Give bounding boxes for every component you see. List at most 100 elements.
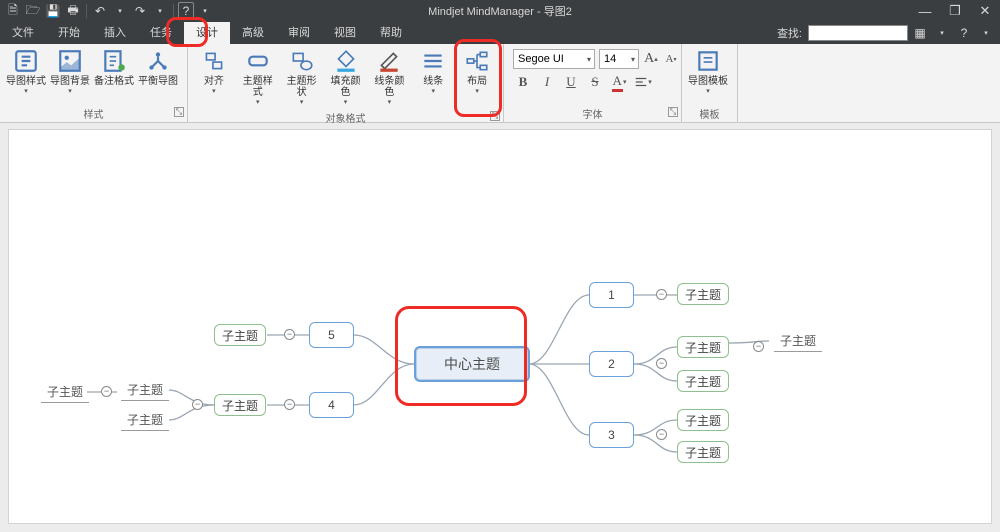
connectors: [9, 130, 991, 523]
align-button[interactable]: 对齐 ▾: [192, 46, 236, 97]
map-style-icon: [13, 48, 39, 74]
menubar-layout-dd[interactable]: ▾: [932, 24, 952, 42]
dialog-launcher-font[interactable]: ⤡: [668, 107, 678, 117]
subtopic[interactable]: 子主题: [677, 283, 729, 305]
underline-button[interactable]: U: [561, 72, 581, 92]
menu-view[interactable]: 视图: [322, 22, 368, 44]
line-button[interactable]: 线条 ▾: [411, 46, 455, 97]
layout-button[interactable]: 布局 ▾: [455, 46, 499, 97]
collapse-toggle[interactable]: −: [656, 358, 667, 369]
menubar-help-icon[interactable]: ?: [954, 24, 974, 42]
menubar-layout-icon[interactable]: ▦: [910, 24, 930, 42]
menu-insert[interactable]: 插入: [92, 22, 138, 44]
layout-icon: [464, 48, 490, 74]
grow-font-button[interactable]: A▴: [643, 51, 659, 67]
topic-shape-icon: [289, 48, 315, 74]
canvas-area[interactable]: 中心主题 1 2 3 子主题 子主题 子主题 子主题 子主题 子主题 5 4 子…: [0, 123, 1000, 532]
fill-color-button[interactable]: 填充颜色 ▾: [324, 46, 368, 108]
close-button[interactable]: ✕: [970, 0, 1000, 22]
print-button[interactable]: 🖶: [64, 2, 82, 20]
redo-button[interactable]: ↷: [131, 2, 149, 20]
dialog-launcher-object[interactable]: ⤡: [490, 111, 500, 121]
menu-help[interactable]: 帮助: [368, 22, 414, 44]
collapse-toggle[interactable]: −: [753, 341, 764, 352]
topic-left-5[interactable]: 5: [309, 322, 354, 348]
subtopic-plain[interactable]: 子主题: [121, 381, 169, 401]
group-label-style: 样式⤡: [0, 106, 187, 122]
minimize-button[interactable]: —: [910, 0, 940, 22]
topic-left-4[interactable]: 4: [309, 392, 354, 418]
align-text-button[interactable]: ▾: [633, 72, 653, 92]
collapse-toggle[interactable]: −: [284, 329, 295, 340]
collapse-toggle[interactable]: −: [284, 399, 295, 410]
map-bg-icon: [57, 48, 83, 74]
line-color-button[interactable]: 线条颜色 ▾: [367, 46, 411, 108]
qat-customize[interactable]: ▾: [196, 2, 214, 20]
undo-button[interactable]: ↶: [91, 2, 109, 20]
subtopic-plain[interactable]: 子主题: [41, 383, 89, 403]
map-template-icon: [695, 48, 721, 74]
topic-shape-button[interactable]: 主题形状 ▾: [280, 46, 324, 108]
subtopic[interactable]: 子主题: [214, 394, 266, 416]
group-template: 导图模板 ▾ 模板: [682, 44, 738, 122]
subtopic[interactable]: 子主题: [677, 409, 729, 431]
collapse-toggle[interactable]: −: [101, 386, 112, 397]
menu-start[interactable]: 开始: [46, 22, 92, 44]
dialog-launcher-style[interactable]: ⤡: [174, 107, 184, 117]
save-button[interactable]: 💾: [44, 2, 62, 20]
subtopic[interactable]: 子主题: [677, 441, 729, 463]
maximize-button[interactable]: ❐: [940, 0, 970, 22]
font-size-select[interactable]: 14: [599, 49, 639, 69]
collapse-toggle[interactable]: −: [192, 399, 203, 410]
topic-right-1[interactable]: 1: [589, 282, 634, 308]
subtopic[interactable]: 子主题: [677, 336, 729, 358]
group-font: Segoe UI 14 A▴ A▾ B I U S A▾ ▾ 字体⤡: [504, 44, 682, 122]
map-canvas[interactable]: 中心主题 1 2 3 子主题 子主题 子主题 子主题 子主题 子主题 5 4 子…: [8, 129, 992, 524]
topic-right-2[interactable]: 2: [589, 351, 634, 377]
fill-color-icon: [333, 48, 359, 74]
font-color-button[interactable]: A▾: [609, 72, 629, 92]
window-controls: — ❐ ✕: [910, 0, 1000, 22]
menu-file[interactable]: 文件: [0, 22, 46, 44]
topic-style-button[interactable]: 主题样式 ▾: [236, 46, 280, 108]
menu-task[interactable]: 任务: [138, 22, 184, 44]
map-bg-button[interactable]: 导图背景 ▾: [48, 46, 92, 97]
find-input[interactable]: [808, 25, 908, 41]
strike-button[interactable]: S: [585, 72, 605, 92]
note-style-button[interactable]: 备注格式: [92, 46, 136, 89]
map-template-button[interactable]: 导图模板 ▾: [686, 46, 730, 97]
font-name-select[interactable]: Segoe UI: [513, 49, 595, 69]
note-style-icon: [101, 48, 127, 74]
subtopic-plain[interactable]: 子主题: [121, 411, 169, 431]
align-icon: [201, 48, 227, 74]
group-label-template: 模板: [682, 106, 737, 122]
collapse-toggle[interactable]: −: [656, 429, 667, 440]
help-button[interactable]: ?: [178, 2, 194, 20]
bold-button[interactable]: B: [513, 72, 533, 92]
menu-design[interactable]: 设计: [184, 22, 230, 44]
group-style: 导图样式 ▾ 导图背景 ▾ 备注格式 平衡导图 样式⤡: [0, 44, 188, 122]
balance-icon: [145, 48, 171, 74]
shrink-font-button[interactable]: A▾: [663, 51, 679, 67]
menubar-help-dd[interactable]: ▾: [976, 24, 996, 42]
collapse-toggle[interactable]: −: [656, 289, 667, 300]
group-label-font: 字体⤡: [504, 106, 681, 122]
subtopic[interactable]: 子主题: [677, 370, 729, 392]
center-topic[interactable]: 中心主题: [414, 346, 530, 382]
new-doc-button[interactable]: 🗎: [4, 2, 22, 20]
open-button[interactable]: 🗁: [24, 2, 42, 20]
italic-button[interactable]: I: [537, 72, 557, 92]
group-object-format: 对齐 ▾ 主题样式 ▾ 主题形状 ▾ 填充颜色 ▾ 线条颜色 ▾: [188, 44, 504, 122]
redo-dropdown[interactable]: ▾: [151, 2, 169, 20]
line-icon: [420, 48, 446, 74]
menu-advanced[interactable]: 高级: [230, 22, 276, 44]
find-label: 查找:: [777, 25, 806, 41]
menu-review[interactable]: 审阅: [276, 22, 322, 44]
undo-dropdown[interactable]: ▾: [111, 2, 129, 20]
subtopic-plain[interactable]: 子主题: [774, 332, 822, 352]
line-color-icon: [376, 48, 402, 74]
topic-right-3[interactable]: 3: [589, 422, 634, 448]
map-style-button[interactable]: 导图样式 ▾: [4, 46, 48, 97]
subtopic[interactable]: 子主题: [214, 324, 266, 346]
balance-button[interactable]: 平衡导图: [136, 46, 180, 89]
